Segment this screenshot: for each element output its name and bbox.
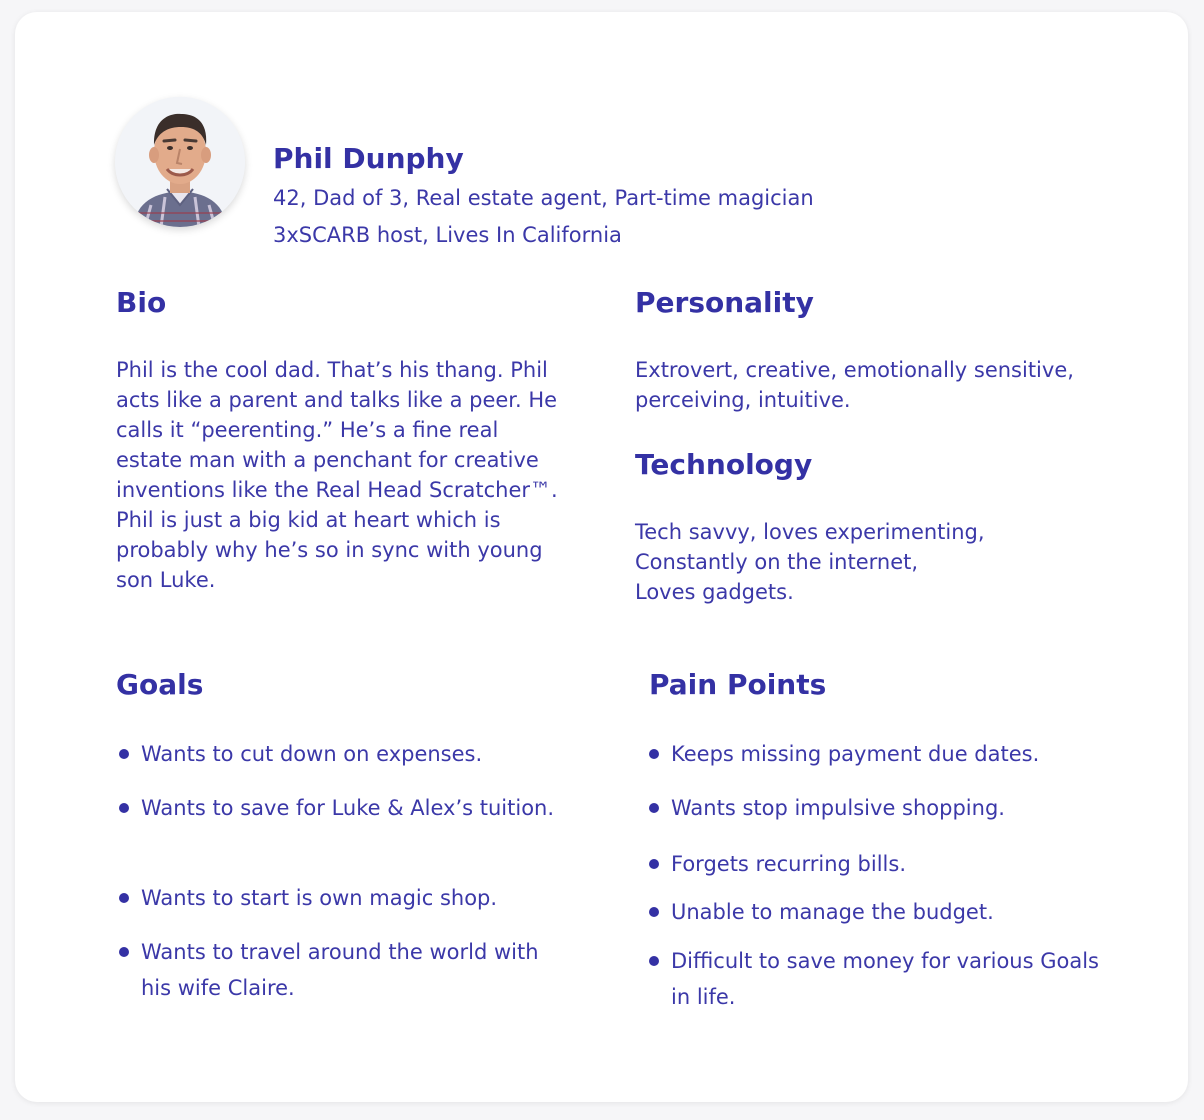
bullet-icon xyxy=(119,947,129,957)
pain-point-text: Wants stop impulsive shopping. xyxy=(671,796,1005,820)
goal-text: Wants to start is own magic shop. xyxy=(141,886,498,910)
goal-text: Wants to cut down on expenses. xyxy=(141,742,483,766)
technology-text: Tech savvy, loves experimenting, Constan… xyxy=(635,517,1095,607)
personality-text: Extrovert, creative, emotionally sensiti… xyxy=(635,358,1074,412)
personality-heading: Personality xyxy=(635,286,814,319)
goal-text: Wants to travel around the world with hi… xyxy=(141,940,539,1000)
pain-point-list-item: Wants stop impulsive shopping. xyxy=(649,790,1151,826)
avatar xyxy=(115,97,245,227)
technology-line: Constantly on the internet, xyxy=(635,550,919,574)
goal-list-item: Wants to travel around the world with hi… xyxy=(119,934,561,1006)
bullet-icon xyxy=(649,859,659,869)
bullet-icon xyxy=(119,893,129,903)
technology-heading: Technology xyxy=(635,448,813,481)
goal-text: Wants to save for Luke & Alex’s tuition. xyxy=(141,796,555,820)
pain-point-list-item: Forgets recurring bills. xyxy=(649,846,1151,882)
technology-line: Tech savvy, loves experimenting, xyxy=(635,520,985,544)
technology-line: Loves gadgets. xyxy=(635,580,794,604)
bullet-icon xyxy=(649,749,659,759)
goal-list-item: Wants to cut down on expenses. xyxy=(119,736,571,772)
bio-heading: Bio xyxy=(116,286,167,319)
pain-points-heading: Pain Points xyxy=(649,668,827,701)
avatar-portrait-image xyxy=(115,97,245,227)
pain-point-text: Keeps missing payment due dates. xyxy=(671,742,1040,766)
bullet-icon xyxy=(119,749,129,759)
bullet-icon xyxy=(649,803,659,813)
bullet-icon xyxy=(119,803,129,813)
pain-point-text: Forgets recurring bills. xyxy=(671,852,906,876)
bullet-icon xyxy=(649,907,659,917)
pain-point-list-item: Difficult to save money for various Goal… xyxy=(649,943,1111,1015)
goals-heading: Goals xyxy=(116,668,204,701)
pain-point-text: Difficult to save money for various Goal… xyxy=(671,949,1099,1009)
persona-name: Phil Dunphy xyxy=(273,142,464,175)
persona-subtitle-line-2: 3xSCARB host, Lives In California xyxy=(273,223,622,247)
pain-point-list-item: Unable to manage the budget. xyxy=(649,894,1151,930)
goal-list-item: Wants to start is own magic shop. xyxy=(119,880,571,916)
bullet-icon xyxy=(649,956,659,966)
persona-subtitle-line-1: 42, Dad of 3, Real estate agent, Part-ti… xyxy=(273,186,814,210)
pain-point-text: Unable to manage the budget. xyxy=(671,900,994,924)
pain-point-list-item: Keeps missing payment due dates. xyxy=(649,736,1151,772)
goal-list-item: Wants to save for Luke & Alex’s tuition. xyxy=(119,790,571,826)
bio-text: Phil is the cool dad. That’s his thang. … xyxy=(116,358,558,592)
